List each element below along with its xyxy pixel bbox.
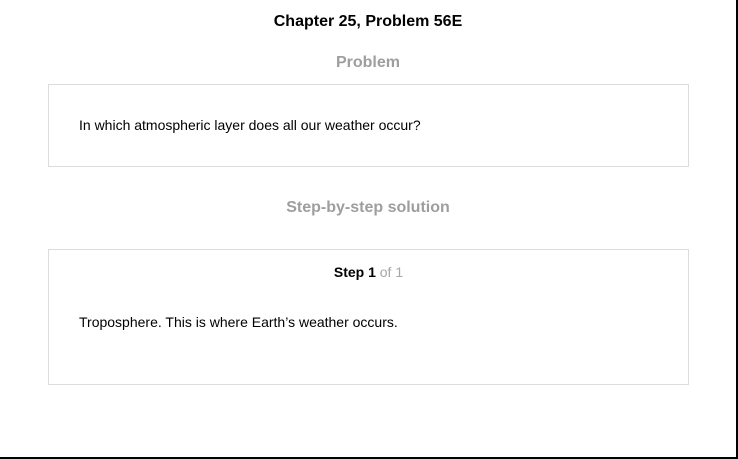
chapter-title: Chapter 25, Problem 56E bbox=[273, 13, 463, 30]
step-header: Step 1 of 1 bbox=[49, 263, 688, 281]
solution-heading: Step-by-step solution bbox=[286, 199, 450, 216]
problem-text: In which atmospheric layer does all our … bbox=[79, 117, 421, 133]
problem-card: In which atmospheric layer does all our … bbox=[48, 84, 689, 167]
step-count: of 1 bbox=[379, 264, 404, 280]
step-text: Troposphere. This is where Earth’s weath… bbox=[79, 314, 398, 330]
step-card: Step 1 of 1 Troposphere. This is where E… bbox=[48, 249, 689, 385]
step-label: Step 1 bbox=[333, 264, 376, 280]
problem-heading: Problem bbox=[335, 54, 400, 71]
